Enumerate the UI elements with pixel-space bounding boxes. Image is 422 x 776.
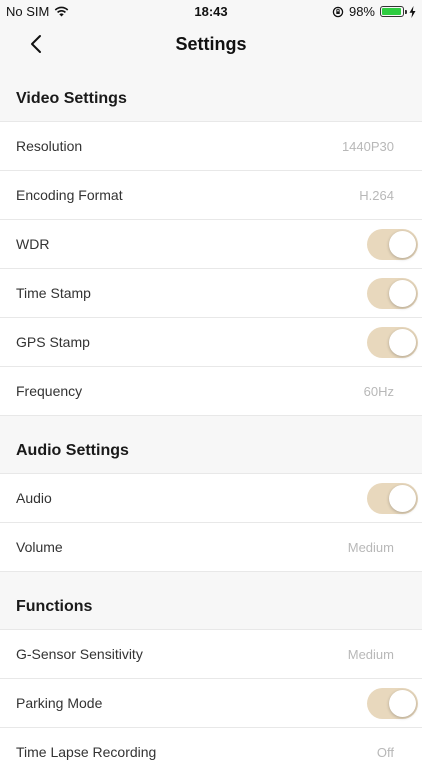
setting-label: Audio <box>16 490 52 506</box>
setting-label: WDR <box>16 236 50 252</box>
wdr-toggle[interactable] <box>367 228 418 260</box>
setting-label: Parking Mode <box>16 695 103 711</box>
setting-label: Time Lapse Recording <box>16 744 157 760</box>
setting-row-resolution[interactable]: Resolution 1440P30 <box>0 121 422 170</box>
setting-row-audio: Audio <box>0 473 422 522</box>
setting-row-time-stamp: Time Stamp <box>0 268 422 317</box>
setting-value: Medium <box>347 646 394 662</box>
section-header-audio: Audio Settings <box>0 416 422 473</box>
setting-row-volume[interactable]: Volume Medium <box>0 522 422 571</box>
battery-percent: 98% <box>348 4 375 19</box>
setting-label: GPS Stamp <box>16 334 90 350</box>
status-bar: No SIM 18:43 98% <box>0 0 422 24</box>
time-stamp-toggle[interactable] <box>367 277 418 309</box>
setting-value: H.264 <box>359 187 394 203</box>
charging-icon <box>409 5 416 18</box>
parking-mode-toggle[interactable] <box>367 687 418 719</box>
settings-list: Video Settings Resolution 1440P30 Encodi… <box>0 64 422 776</box>
gps-stamp-toggle[interactable] <box>367 326 418 358</box>
status-right: 98% <box>332 4 416 19</box>
chevron-left-icon <box>31 35 41 53</box>
battery-icon <box>380 6 407 17</box>
section-header-video: Video Settings <box>0 64 422 121</box>
setting-row-time-lapse-recording[interactable]: Time Lapse Recording Off <box>0 727 422 776</box>
setting-row-frequency[interactable]: Frequency 60Hz <box>0 366 422 415</box>
audio-toggle[interactable] <box>367 482 418 514</box>
setting-value: Medium <box>347 539 394 555</box>
setting-row-gps-stamp: GPS Stamp <box>0 317 422 366</box>
back-button[interactable] <box>22 30 50 58</box>
setting-label: Encoding Format <box>16 187 123 203</box>
setting-row-wdr: WDR <box>0 219 422 268</box>
setting-row-g-sensor-sensitivity[interactable]: G-Sensor Sensitivity Medium <box>0 629 422 678</box>
setting-value: Off <box>376 744 394 760</box>
setting-label: Volume <box>16 539 63 555</box>
setting-label: Time Stamp <box>16 285 91 301</box>
setting-value: 1440P30 <box>341 138 394 154</box>
section-header-functions: Functions <box>0 572 422 629</box>
setting-value: 60Hz <box>363 383 394 399</box>
setting-row-parking-mode: Parking Mode <box>0 678 422 727</box>
setting-label: Frequency <box>16 383 83 399</box>
navigation-bar: Settings <box>0 24 422 64</box>
orientation-lock-icon <box>332 6 344 17</box>
setting-label: G-Sensor Sensitivity <box>16 646 143 662</box>
page-title: Settings <box>175 33 247 54</box>
setting-row-encoding-format[interactable]: Encoding Format H.264 <box>0 170 422 219</box>
setting-label: Resolution <box>16 138 83 154</box>
